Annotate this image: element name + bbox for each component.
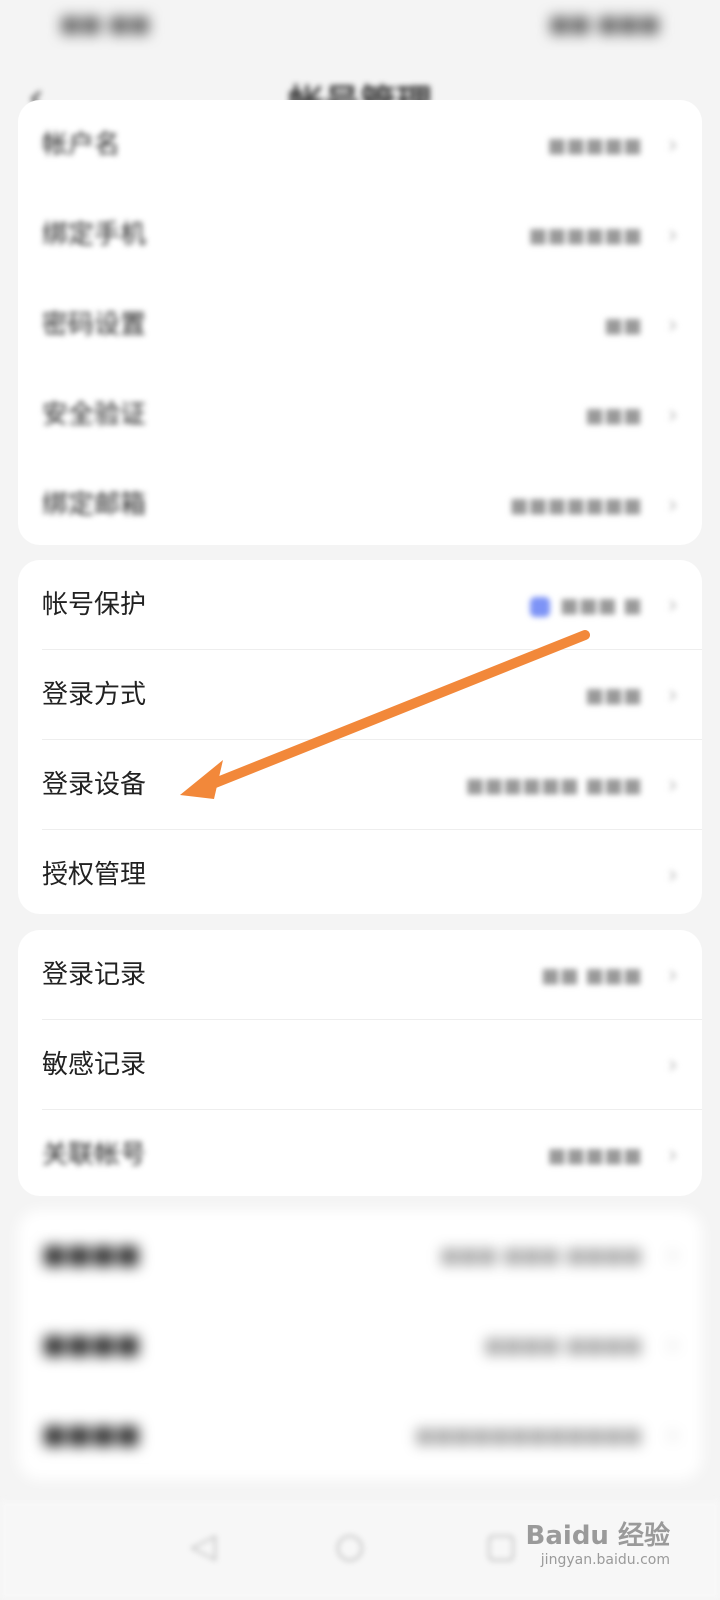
annotation-arrow xyxy=(180,630,590,799)
nav-home-icon[interactable]: ○ xyxy=(335,1526,365,1566)
nav-recent-icon[interactable]: ▢ xyxy=(485,1526,517,1566)
arrow-head xyxy=(180,760,223,799)
arrow-shaft xyxy=(210,630,590,788)
watermark-url: jingyan.baidu.com xyxy=(540,1552,670,1568)
nav-back-icon[interactable]: ◁ xyxy=(190,1526,216,1566)
watermark-logo: Baidu 经验 xyxy=(525,1521,670,1551)
